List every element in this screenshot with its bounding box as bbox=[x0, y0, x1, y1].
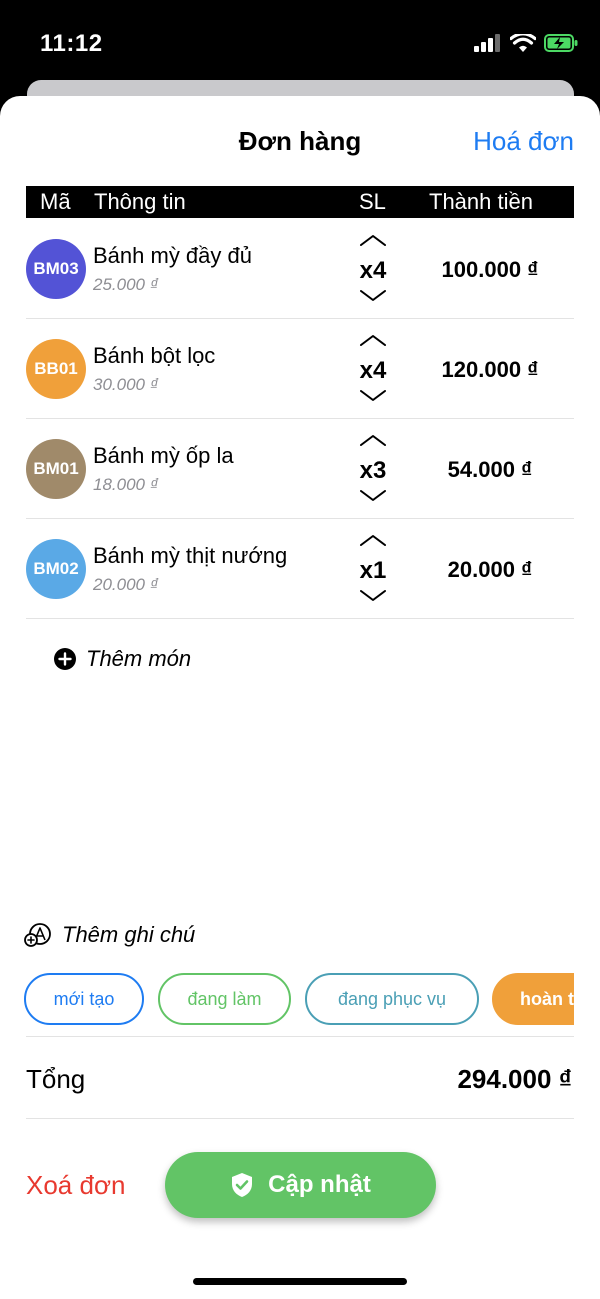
item-code-avatar: BM01 bbox=[26, 439, 86, 499]
status-chip-list: mới tạo đang làm đang phục vụ hoàn thành bbox=[24, 973, 574, 1025]
item-quantity: x1 bbox=[359, 557, 387, 584]
status-time: 11:12 bbox=[40, 30, 103, 57]
table-row[interactable]: BB01 Bánh bột lọc 30.000 ₫ x4 120.000 ₫ bbox=[26, 319, 574, 419]
chevron-down-icon[interactable] bbox=[358, 589, 388, 603]
status-bar: 11:12 bbox=[0, 0, 600, 90]
home-indicator bbox=[193, 1278, 407, 1285]
chevron-down-icon[interactable] bbox=[358, 489, 388, 503]
item-price: 30.000 ₫ bbox=[93, 375, 159, 394]
item-name: Bánh mỳ đầy đủ bbox=[93, 243, 252, 268]
table-row[interactable]: BM02 Bánh mỳ thịt nướng 20.000 ₫ x1 20.0… bbox=[26, 519, 574, 619]
table-header: Mã Thông tin SL Thành tiền bbox=[26, 186, 574, 218]
chevron-up-icon[interactable] bbox=[358, 533, 388, 547]
plus-circle-icon bbox=[54, 648, 76, 670]
shield-check-icon bbox=[232, 1173, 253, 1197]
item-code-avatar: BM03 bbox=[26, 239, 86, 299]
status-icons bbox=[474, 32, 578, 54]
chevron-down-icon[interactable] bbox=[358, 389, 388, 403]
item-name: Bánh bột lọc bbox=[93, 343, 216, 368]
table-row[interactable]: BM03 Bánh mỳ đầy đủ 25.000 ₫ x4 100.000 … bbox=[26, 219, 574, 319]
table-row[interactable]: BM01 Bánh mỳ ốp la 18.000 ₫ x3 54.000 ₫ bbox=[26, 419, 574, 519]
divider bbox=[26, 1118, 574, 1119]
total-label: Tổng bbox=[26, 1064, 86, 1094]
item-quantity: x4 bbox=[359, 257, 387, 284]
update-label: Cập nhật bbox=[268, 1171, 371, 1198]
column-code: Mã bbox=[40, 189, 71, 214]
chip-new[interactable]: mới tạo bbox=[24, 973, 144, 1025]
battery-charging-icon bbox=[544, 34, 578, 52]
divider bbox=[26, 1036, 574, 1037]
chevron-down-icon[interactable] bbox=[358, 289, 388, 303]
item-price: 20.000 ₫ bbox=[93, 575, 159, 594]
column-total: Thành tiền bbox=[429, 189, 533, 214]
chevron-up-icon[interactable] bbox=[358, 433, 388, 447]
wifi-icon bbox=[510, 33, 536, 52]
add-item-button[interactable]: Thêm món bbox=[54, 646, 191, 672]
add-note-button[interactable]: Thêm ghi chú bbox=[24, 922, 195, 948]
order-sheet: Đơn hàng Hoá đơn Mã Thông tin SL Thành t… bbox=[0, 96, 600, 1299]
total-value: 294.000 ₫ bbox=[457, 1064, 572, 1094]
chip-completed[interactable]: hoàn thành bbox=[492, 973, 574, 1025]
update-button[interactable]: Cập nhật bbox=[165, 1152, 436, 1218]
item-code-avatar: BB01 bbox=[26, 339, 86, 399]
column-quantity: SL bbox=[359, 189, 386, 214]
chip-serving[interactable]: đang phục vụ bbox=[305, 973, 479, 1025]
add-note-label: Thêm ghi chú bbox=[62, 922, 196, 947]
chip-in-progress[interactable]: đang làm bbox=[158, 973, 291, 1025]
chevron-up-icon[interactable] bbox=[358, 233, 388, 247]
item-quantity: x4 bbox=[359, 357, 387, 384]
invoice-link[interactable]: Hoá đơn bbox=[473, 126, 574, 157]
item-price: 18.000 ₫ bbox=[93, 475, 159, 494]
item-total: 20.000 ₫ bbox=[447, 557, 533, 582]
chevron-up-icon[interactable] bbox=[358, 333, 388, 347]
delete-order-button[interactable]: Xoá đơn bbox=[26, 1170, 125, 1201]
item-total: 54.000 ₫ bbox=[447, 457, 533, 482]
item-total: 120.000 ₫ bbox=[441, 357, 539, 382]
add-note-icon bbox=[24, 923, 51, 947]
cellular-signal-icon bbox=[474, 34, 500, 52]
item-name: Bánh mỳ thịt nướng bbox=[93, 543, 288, 568]
item-name: Bánh mỳ ốp la bbox=[93, 443, 234, 468]
item-total: 100.000 ₫ bbox=[441, 257, 539, 282]
add-item-label: Thêm món bbox=[86, 646, 192, 671]
item-code-avatar: BM02 bbox=[26, 539, 86, 599]
item-quantity: x3 bbox=[359, 457, 387, 484]
column-info: Thông tin bbox=[94, 189, 186, 214]
item-price: 25.000 ₫ bbox=[93, 275, 159, 294]
